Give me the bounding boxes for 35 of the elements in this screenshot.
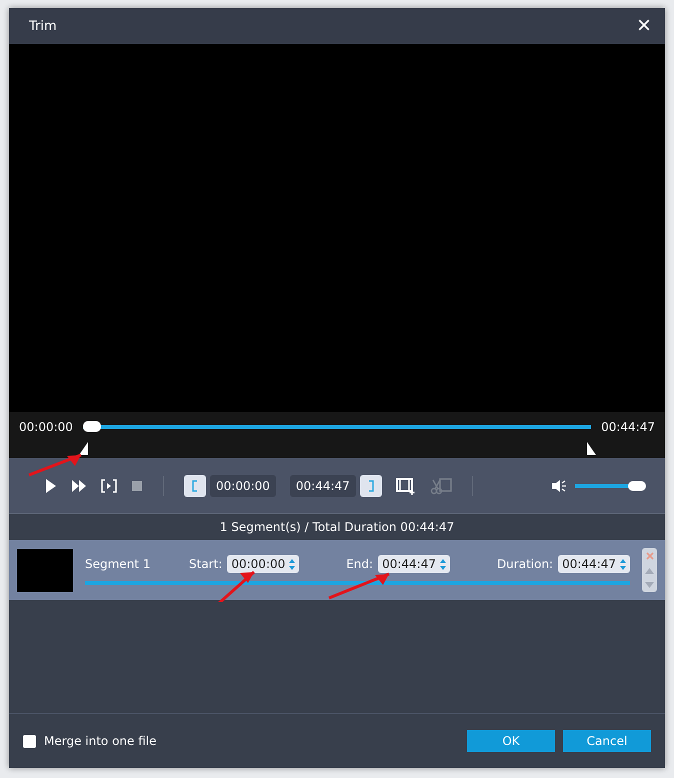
- add-clip-icon[interactable]: [396, 476, 416, 494]
- timeline-thumb[interactable]: [82, 421, 101, 432]
- play-segment-icon[interactable]: [101, 478, 117, 492]
- timeline-end-time: 00:44:47: [601, 420, 655, 434]
- duration-label: Duration:: [496, 557, 554, 571]
- start-label: Start:: [189, 557, 222, 571]
- start-marker-icon[interactable]: [79, 442, 88, 455]
- spinner-icon[interactable]: [289, 558, 296, 570]
- play-icon[interactable]: [43, 478, 57, 494]
- spinner-icon[interactable]: [620, 558, 626, 570]
- duration-field[interactable]: 00:44:47: [558, 555, 630, 573]
- timeline-start-time: 00:00:00: [19, 420, 73, 434]
- start-time-field[interactable]: 00:00:00: [227, 555, 300, 573]
- merge-checkbox[interactable]: [23, 734, 36, 748]
- end-time-field[interactable]: 00:44:47: [378, 555, 450, 573]
- window-title: Trim: [29, 18, 57, 34]
- end-time-display: 00:44:47: [290, 474, 356, 496]
- segment-row[interactable]: Segment 1 Start: 00:00:00 End: 00:44:47 Duration: 00:44:47: [9, 540, 665, 600]
- volume-thumb[interactable]: [628, 480, 646, 490]
- bracket-icon: [368, 480, 374, 492]
- close-button[interactable]: ×: [636, 14, 651, 38]
- bracket-icon: [192, 480, 198, 492]
- segment-thumbnail: [17, 548, 73, 592]
- set-start-button[interactable]: [184, 474, 206, 496]
- start-time-display: 00:00:00: [210, 474, 276, 496]
- fast-forward-icon[interactable]: [71, 478, 87, 492]
- end-label: End:: [346, 557, 374, 571]
- segment-summary: 1 Segment(s) / Total Duration 00:44:47: [220, 520, 454, 534]
- segment-name: Segment 1: [85, 557, 152, 571]
- set-end-button[interactable]: [360, 474, 382, 496]
- spinner-icon[interactable]: [440, 558, 446, 570]
- volume-icon[interactable]: [551, 478, 567, 492]
- merge-label: Merge into one file: [44, 734, 158, 748]
- stop-icon[interactable]: [131, 480, 143, 492]
- end-marker-icon[interactable]: [587, 442, 596, 455]
